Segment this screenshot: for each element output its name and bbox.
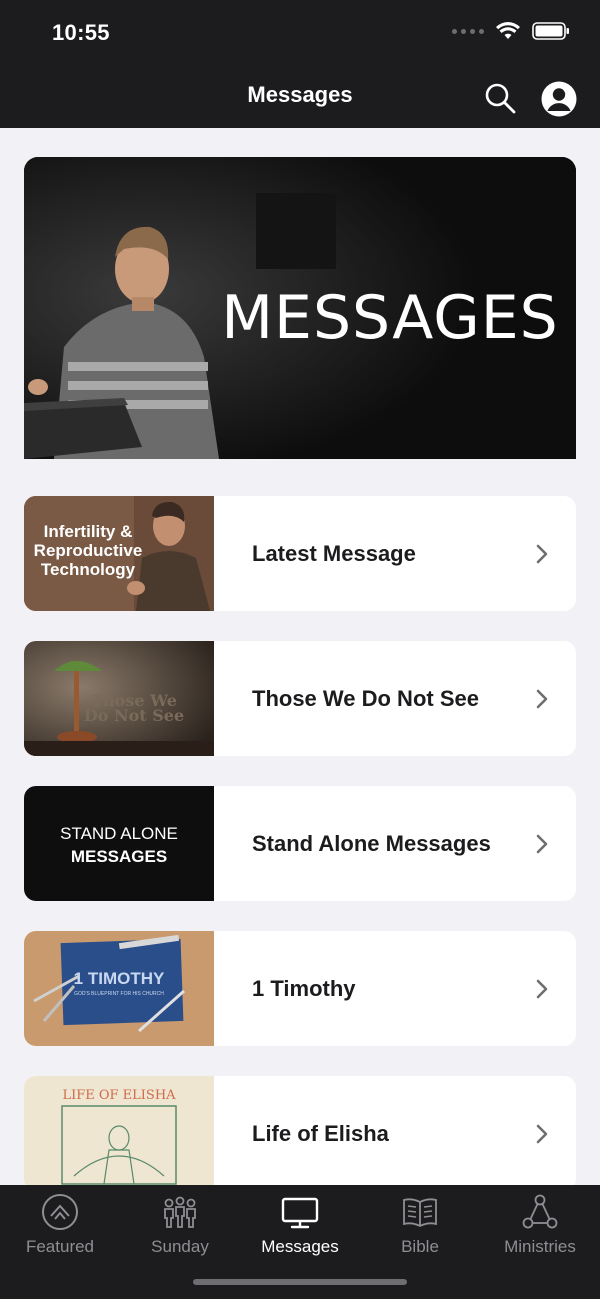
series-card-latest-message[interactable]: Infertility & Reproductive Technology La… [24, 496, 576, 611]
series-card-life-of-elisha[interactable]: LIFE OF ELISHA Life of Elisha [24, 1076, 576, 1191]
thumb-text-line: 1 TIMOTHY [73, 969, 165, 988]
thumb-text-line: MESSAGES [70, 847, 168, 866]
tab-label: Featured [25, 1237, 95, 1256]
tab-bible[interactable]: Bible [360, 1193, 480, 1257]
series-thumbnail: STAND ALONE MESSAGES [24, 786, 214, 901]
series-thumbnail: Infertility & Reproductive Technology [24, 496, 214, 611]
chevron-right-icon [536, 979, 548, 998]
thumb-text-line: GOD'S BLUEPRINT FOR HIS CHURCH [74, 991, 164, 997]
series-label: Latest Message [252, 540, 416, 566]
thumb-text-line: STAND ALONE [60, 824, 178, 843]
thumb-text-line: Infertility & [43, 522, 133, 541]
tab-sunday[interactable]: Sunday [120, 1193, 240, 1257]
thumb-text-line: Reproductive [33, 541, 143, 560]
top-bar: 10:55 Messages [0, 0, 600, 128]
tab-messages[interactable]: Messages [240, 1193, 360, 1257]
tab-label: Sunday [151, 1237, 209, 1256]
series-label: 1 Timothy [252, 975, 356, 1001]
battery-icon [532, 22, 569, 40]
monitor-icon [281, 1197, 319, 1229]
chevron-right-icon [536, 689, 548, 708]
signal-icon [452, 28, 484, 34]
series-label: Stand Alone Messages [252, 830, 491, 856]
status-indicators [452, 22, 570, 40]
wifi-icon [496, 22, 520, 39]
chevron-right-icon [536, 544, 548, 563]
series-card-1-timothy[interactable]: 1 TIMOTHY GOD'S BLUEPRINT FOR HIS CHURCH… [24, 931, 576, 1046]
series-thumbnail: 1 TIMOTHY GOD'S BLUEPRINT FOR HIS CHURCH [24, 931, 214, 1046]
series-label: Those We Do Not See [252, 685, 479, 711]
thumb-text-line: LIFE OF ELISHA [62, 1088, 176, 1103]
people-icon [164, 1196, 196, 1228]
series-thumbnail: LIFE OF ELISHA [24, 1076, 214, 1191]
search-icon[interactable] [482, 80, 518, 116]
tab-label: Ministries [504, 1237, 576, 1256]
thumb-text-line: Technology [40, 560, 136, 579]
tab-featured[interactable]: Featured [0, 1193, 120, 1257]
tab-label: Bible [401, 1237, 439, 1256]
status-time: 10:55 [52, 20, 110, 45]
series-card-those-we-do-not-see[interactable]: Those We Do Not See Those We Do Not See [24, 641, 576, 756]
hero-title: MESSAGES [221, 283, 559, 353]
chevron-right-icon [536, 1124, 548, 1143]
tab-label: Messages [261, 1237, 339, 1256]
thumb-text-line: Do Not See [83, 706, 185, 725]
chevron-right-icon [536, 834, 548, 853]
profile-icon[interactable] [540, 80, 578, 118]
home-indicator[interactable] [193, 1279, 407, 1285]
book-icon [403, 1198, 437, 1228]
series-thumbnail: Those We Do Not See [24, 641, 214, 756]
series-card-stand-alone-messages[interactable]: STAND ALONE MESSAGES Stand Alone Message… [24, 786, 576, 901]
featured-icon [42, 1194, 78, 1230]
hero-banner[interactable]: MESSAGES [24, 157, 576, 459]
network-icon [522, 1194, 558, 1229]
tab-ministries[interactable]: Ministries [480, 1193, 600, 1257]
series-label: Life of Elisha [252, 1120, 389, 1146]
